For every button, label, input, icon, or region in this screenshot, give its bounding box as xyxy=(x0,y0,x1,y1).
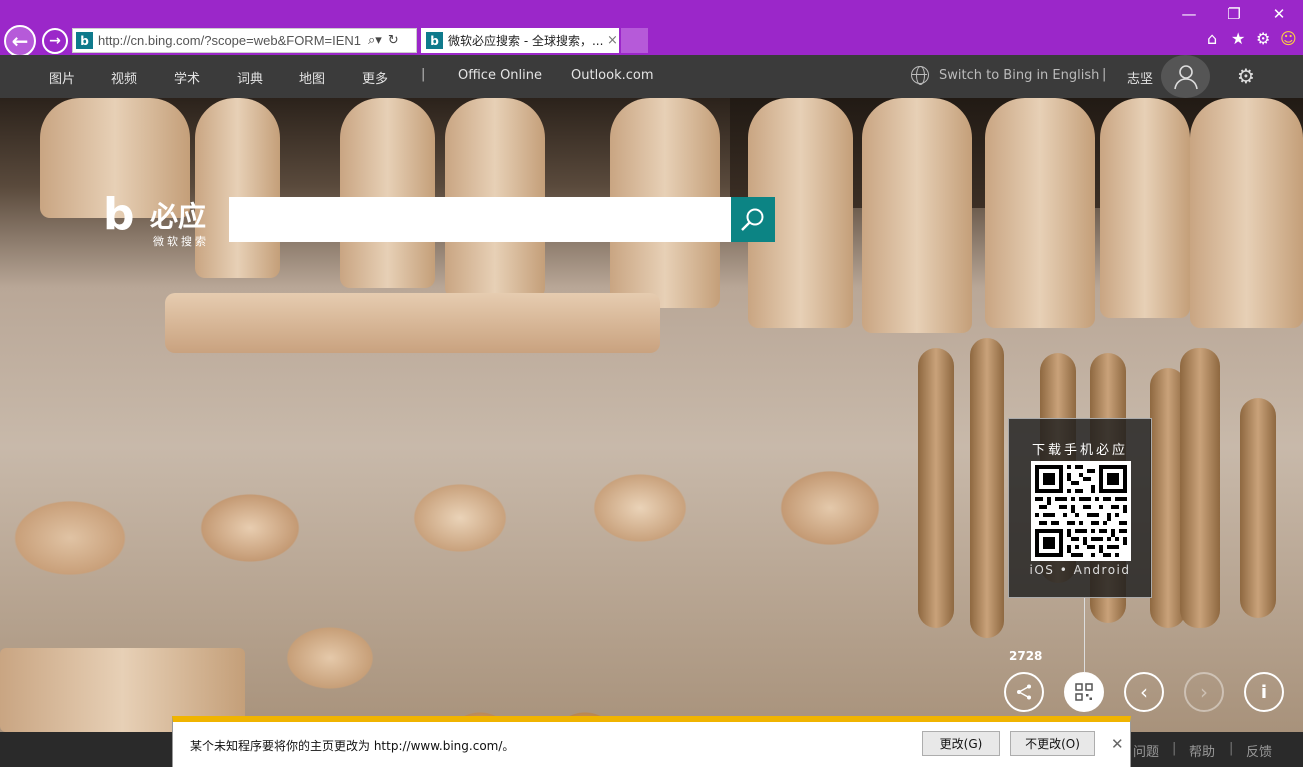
info-icon: i xyxy=(1260,681,1268,703)
tab-title: 微软必应搜索 - 全球搜索，... xyxy=(448,34,603,48)
nav-separator: | xyxy=(1102,67,1107,82)
settings-gear-icon[interactable]: ⚙ xyxy=(1237,64,1255,88)
nav-maps[interactable]: 地图 xyxy=(299,68,325,87)
notification-close-icon[interactable]: ✕ xyxy=(1111,735,1124,753)
tab-favicon-icon: b xyxy=(426,32,443,49)
globe-icon[interactable] xyxy=(911,66,929,85)
change-homepage-button[interactable]: 更改(G) xyxy=(922,731,1000,756)
home-icon[interactable]: ⌂ xyxy=(1207,29,1217,48)
nav-outlook[interactable]: Outlook.com xyxy=(571,68,654,83)
nav-videos[interactable]: 视频 xyxy=(111,68,137,87)
notification-message: 某个未知程序要将你的主页更改为 http://www.bing.com/。 xyxy=(190,739,515,753)
avatar[interactable] xyxy=(1161,55,1210,98)
back-button[interactable]: ← xyxy=(4,25,36,57)
nav-dictionary[interactable]: 词典 xyxy=(237,68,263,87)
tools-gear-icon[interactable]: ⚙ xyxy=(1256,29,1270,48)
previous-image-button[interactable]: ‹ xyxy=(1124,672,1164,712)
bing-logo-name: 必应 xyxy=(150,200,207,233)
share-button[interactable] xyxy=(1004,672,1044,712)
search-icon xyxy=(741,208,764,231)
qr-popup-connector xyxy=(1084,598,1085,672)
nav-images[interactable]: 图片 xyxy=(49,68,75,87)
favorites-star-icon[interactable]: ★ xyxy=(1231,29,1245,48)
restore-icon[interactable]: ❐ xyxy=(1224,5,1244,23)
user-icon xyxy=(1173,64,1198,89)
bing-top-nav: 图片 视频 学术 词典 地图 更多 | Office Online Outloo… xyxy=(0,55,1303,98)
smiley-feedback-icon[interactable]: ☺ xyxy=(1280,29,1297,48)
chevron-left-icon: ‹ xyxy=(1140,680,1148,704)
bing-favicon-icon: b xyxy=(76,32,93,49)
share-count: 2728 xyxy=(1009,649,1043,663)
browser-title-bar: ← → b http://cn.bing.com/?scope=web&FORM… xyxy=(0,0,1303,57)
username[interactable]: 志坚 xyxy=(1127,68,1153,87)
qr-code-image xyxy=(1031,461,1131,561)
footer-problem-link[interactable]: 问题 xyxy=(1133,741,1159,760)
nav-academic[interactable]: 学术 xyxy=(174,68,200,87)
bing-logo[interactable]: b 必应 微软搜索 xyxy=(103,189,223,249)
next-image-button[interactable]: › xyxy=(1184,672,1224,712)
close-icon[interactable]: ✕ xyxy=(1269,5,1289,23)
image-info-button[interactable]: i xyxy=(1244,672,1284,712)
bing-logo-subtitle: 微软搜索 xyxy=(153,235,209,248)
url-text[interactable]: http://cn.bing.com/?scope=web&FORM=IEN1 xyxy=(98,33,362,48)
homepage-change-notification: 某个未知程序要将你的主页更改为 http://www.bing.com/。 更改… xyxy=(172,716,1131,767)
fish-mold xyxy=(165,293,660,353)
footer-feedback-link[interactable]: 反馈 xyxy=(1246,741,1272,760)
new-tab-button[interactable] xyxy=(621,28,648,53)
bing-logo-mark: b xyxy=(103,189,135,240)
refresh-icon[interactable]: ↻ xyxy=(388,33,399,48)
keep-homepage-button[interactable]: 不更改(O) xyxy=(1010,731,1095,756)
footer-separator: | xyxy=(1229,741,1234,756)
qr-title: 下载手机必应 xyxy=(1031,443,1128,458)
forward-button[interactable]: → xyxy=(42,28,68,54)
nav-separator: | xyxy=(421,67,426,82)
qr-download-popup: 下载手机必应 iOS • Android xyxy=(1008,418,1152,598)
nav-more[interactable]: 更多 xyxy=(362,68,388,87)
chevron-right-icon: › xyxy=(1200,680,1208,704)
nav-office-online[interactable]: Office Online xyxy=(458,68,542,83)
qr-code-icon xyxy=(1075,683,1093,701)
qr-platforms: iOS • Android xyxy=(1029,563,1131,577)
tab-close-icon[interactable]: × xyxy=(607,33,618,48)
browser-tab[interactable]: b 微软必应搜索 - 全球搜索，... × xyxy=(421,28,619,53)
search-dropdown-icon[interactable]: ⌕▾ xyxy=(368,33,382,48)
footer-help-link[interactable]: 帮助 xyxy=(1189,741,1215,760)
search-button[interactable] xyxy=(731,197,775,242)
switch-language-link[interactable]: Switch to Bing in English xyxy=(939,68,1099,83)
search-input[interactable] xyxy=(229,197,731,242)
qr-code-button[interactable] xyxy=(1064,672,1104,712)
share-icon xyxy=(1017,684,1031,700)
minimize-icon[interactable]: — xyxy=(1179,5,1199,23)
footer-separator: | xyxy=(1172,741,1177,756)
address-bar[interactable]: b http://cn.bing.com/?scope=web&FORM=IEN… xyxy=(72,28,417,53)
